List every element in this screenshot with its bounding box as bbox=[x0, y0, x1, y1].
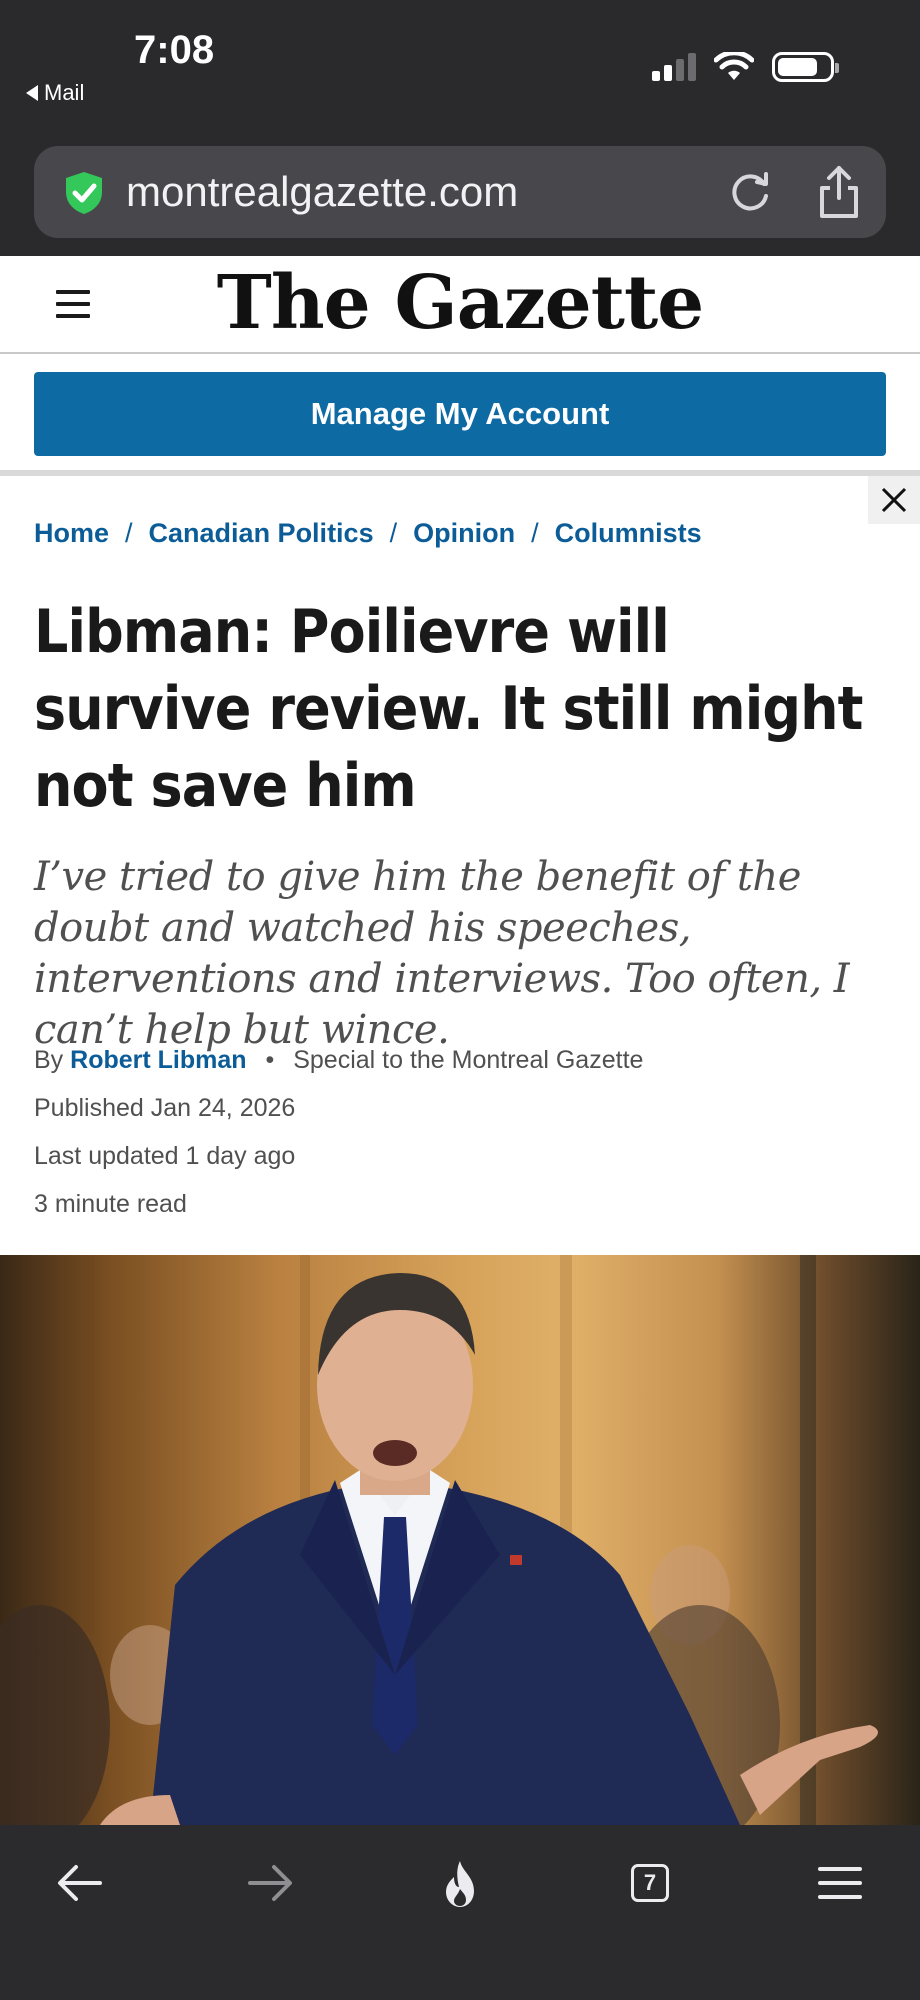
byline-prefix: By bbox=[34, 1046, 64, 1074]
article-headline: Libman: Poilievre will survive review. I… bbox=[34, 597, 863, 821]
cellular-signal-icon bbox=[652, 53, 696, 81]
site-logo[interactable]: The Gazette bbox=[0, 260, 920, 346]
hero-photo bbox=[0, 1255, 878, 1825]
status-time: 7:08 bbox=[134, 28, 215, 72]
breadcrumb-separator: / bbox=[389, 518, 398, 548]
last-updated: Last updated 1 day ago bbox=[34, 1142, 296, 1170]
byline-dot: • bbox=[265, 1046, 275, 1074]
account-banner: Manage My Account bbox=[0, 354, 920, 476]
read-time: 3 minute read bbox=[34, 1190, 187, 1218]
browser-toolbar: 7 bbox=[0, 1825, 920, 2000]
address-bar[interactable]: montrealgazette.com bbox=[34, 146, 886, 238]
url-text[interactable]: montrealgazette.com bbox=[126, 168, 518, 216]
tabs-icon[interactable]: 7 bbox=[622, 1855, 678, 1911]
manage-account-button[interactable]: Manage My Account bbox=[34, 372, 886, 456]
wifi-icon bbox=[714, 52, 754, 80]
status-icons bbox=[652, 52, 839, 82]
breadcrumb: Home / Canadian Politics / Opinion / Col… bbox=[34, 518, 702, 549]
tab-count: 7 bbox=[631, 1864, 669, 1902]
back-to-app-link[interactable]: Mail bbox=[26, 80, 84, 106]
browser-chrome: 7:08 Mail montrealgazette.com bbox=[0, 0, 920, 256]
battery-icon bbox=[772, 52, 839, 82]
byline: By Robert Libman • Special to the Montre… bbox=[34, 1046, 643, 1075]
back-triangle-icon bbox=[26, 85, 38, 101]
author-link[interactable]: Robert Libman bbox=[70, 1046, 246, 1074]
site-header: The Gazette bbox=[0, 256, 920, 354]
flame-icon[interactable] bbox=[432, 1855, 488, 1911]
breadcrumb-columnists[interactable]: Columnists bbox=[555, 518, 702, 549]
author-role: Special to the Montreal Gazette bbox=[293, 1046, 644, 1074]
close-banner-button[interactable] bbox=[868, 476, 920, 524]
breadcrumb-separator: / bbox=[125, 518, 133, 548]
forward-arrow-icon[interactable] bbox=[242, 1855, 298, 1911]
menu-icon[interactable] bbox=[812, 1855, 868, 1911]
secure-shield-icon bbox=[66, 172, 102, 214]
article-dek: I’ve tried to give him the benefit of th… bbox=[34, 854, 850, 1053]
close-icon bbox=[881, 487, 907, 513]
share-icon[interactable] bbox=[814, 164, 864, 220]
article-hero-image bbox=[0, 1255, 920, 1825]
breadcrumb-opinion[interactable]: Opinion bbox=[413, 518, 515, 549]
breadcrumb-separator: / bbox=[531, 518, 539, 548]
breadcrumb-home[interactable]: Home bbox=[34, 518, 109, 549]
published-date: Published Jan 24, 2026 bbox=[34, 1094, 296, 1122]
back-arrow-icon[interactable] bbox=[52, 1855, 108, 1911]
breadcrumb-canadian-politics[interactable]: Canadian Politics bbox=[149, 518, 374, 549]
reload-icon[interactable] bbox=[724, 166, 776, 218]
back-app-label: Mail bbox=[44, 80, 85, 105]
